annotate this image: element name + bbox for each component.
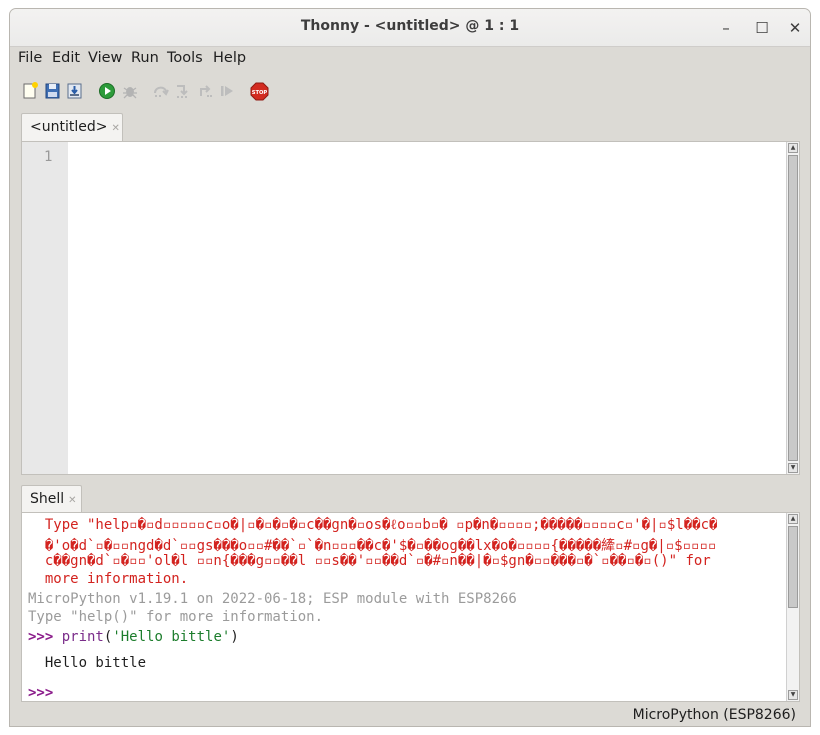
menu-edit[interactable]: Edit [52, 50, 80, 66]
shell-output-line: Hello bittle [28, 655, 147, 671]
interpreter-label[interactable]: MicroPython (ESP8266) [633, 707, 796, 723]
step-over-icon[interactable] [152, 82, 170, 100]
title-bar: Thonny - <untitled> @ 1 : 1 – ☐ ✕ [10, 9, 810, 47]
save-file-icon[interactable] [66, 82, 84, 100]
window-title: Thonny - <untitled> @ 1 : 1 [300, 18, 520, 34]
step-into-icon[interactable] [174, 82, 192, 100]
tab-shell-label: Shell [30, 491, 65, 507]
scroll-up-icon[interactable]: ▲ [788, 514, 798, 524]
shell-banner-line: MicroPython v1.19.1 on 2022-06-18; ESP m… [28, 591, 517, 607]
close-tab-icon[interactable]: ✕ [111, 123, 119, 134]
tab-untitled[interactable]: <untitled> ✕ [21, 113, 123, 141]
command-function: print [61, 629, 104, 645]
run-icon[interactable] [98, 82, 116, 100]
shell-error-line: more information. [28, 571, 189, 587]
tab-untitled-label: <untitled> [30, 119, 108, 135]
toolbar: STOP [10, 79, 810, 105]
svg-text:STOP: STOP [252, 90, 268, 96]
shell-scrollbar[interactable]: ▲ ▼ [786, 513, 799, 701]
close-icon[interactable]: ✕ [784, 17, 806, 39]
thonny-window: Thonny - <untitled> @ 1 : 1 – ☐ ✕ File E… [9, 8, 811, 727]
menu-view[interactable]: View [88, 50, 122, 66]
menu-run[interactable]: Run [131, 50, 159, 66]
scroll-down-icon[interactable]: ▼ [788, 463, 798, 473]
step-out-icon[interactable] [196, 82, 214, 100]
menu-bar: File Edit View Run Tools Help [10, 47, 810, 71]
line-number-gutter: 1 [22, 142, 68, 474]
tab-shell[interactable]: Shell ✕ [21, 485, 82, 513]
stop-icon[interactable]: STOP [250, 82, 269, 101]
scroll-down-icon[interactable]: ▼ [788, 690, 798, 700]
command-string: 'Hello bittle' [112, 629, 231, 645]
resume-icon[interactable] [218, 82, 236, 100]
shell-banner-line: Type "help()" for more information. [28, 609, 324, 625]
editor-scrollbar[interactable]: ▲ ▼ [786, 142, 799, 474]
shell-console[interactable]: Type "help▫�▫d▫▫▫▫▫c▫o�|▫�▫�▫�▫c��gn�▫os… [21, 512, 800, 702]
shell-prompt: >>> [28, 629, 62, 645]
scroll-thumb[interactable] [788, 155, 798, 461]
shell-error-line: Type "help▫�▫d▫▫▫▫▫c▫o�|▫�▫�▫�▫c��gn�▫os… [28, 517, 718, 533]
menu-help[interactable]: Help [213, 50, 246, 66]
shell-error-line: c��gn�d`▫�▫▫'ol�l ▫▫n{���g▫▫��l ▫▫s��'▫▫… [28, 553, 711, 569]
code-editor[interactable]: 1 ▲ ▼ [21, 141, 800, 475]
shell-input-prompt[interactable]: >>> [28, 685, 53, 701]
menu-file[interactable]: File [18, 50, 42, 66]
debug-icon[interactable] [121, 82, 139, 100]
scroll-up-icon[interactable]: ▲ [788, 143, 798, 153]
close-tab-icon[interactable]: ✕ [68, 495, 76, 506]
new-file-icon[interactable] [21, 82, 39, 100]
scroll-thumb[interactable] [788, 526, 798, 608]
command-paren-close: ) [230, 629, 239, 645]
line-number: 1 [44, 149, 53, 165]
status-bar: MicroPython (ESP8266) [10, 704, 810, 726]
shell-error-line: �'o�d`▫�▫▫ngd�d`▫▫gs���o▫▫#��`▫`�n▫▫▫��c… [28, 538, 717, 554]
shell-command-line: >>> print('Hello bittle') [28, 629, 239, 645]
maximize-icon[interactable]: ☐ [751, 17, 773, 39]
minimize-icon[interactable]: – [715, 17, 737, 39]
menu-tools[interactable]: Tools [167, 50, 203, 66]
open-file-icon[interactable] [44, 82, 62, 100]
